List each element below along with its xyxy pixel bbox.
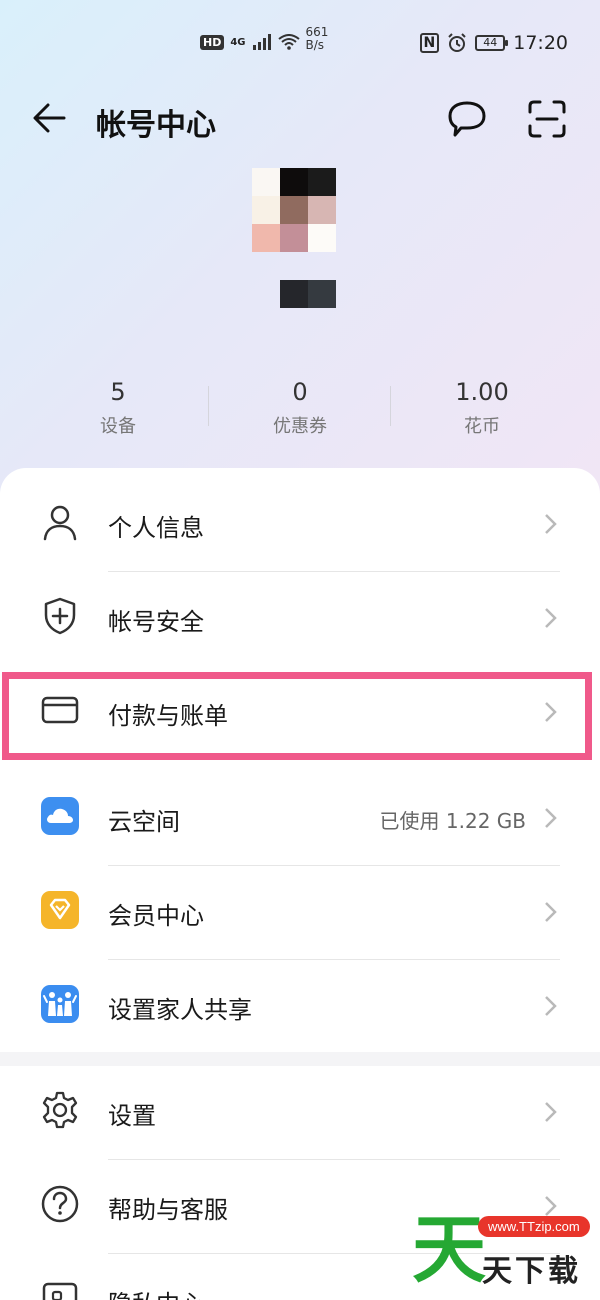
- alarm-icon: [448, 33, 466, 52]
- back-button[interactable]: [30, 98, 70, 138]
- chevron-right-icon: [545, 996, 557, 1016]
- cloud-usage-value: 已使用 1.22 GB: [379, 809, 526, 833]
- menu-item-membership[interactable]: 会员中心: [0, 866, 600, 960]
- stat-label: 花币: [464, 416, 500, 437]
- cloud-icon: [41, 797, 79, 835]
- menu-item-account-security[interactable]: 帐号安全: [0, 572, 600, 666]
- network-type: 4G: [230, 36, 246, 48]
- battery-icon: 44: [475, 35, 509, 51]
- stat-value: 5: [110, 378, 126, 406]
- family-icon: [41, 985, 79, 1023]
- stat-value: 1.00: [455, 378, 509, 406]
- scan-icon: [528, 100, 566, 138]
- chevron-right-icon: [545, 608, 557, 628]
- scan-button[interactable]: [524, 98, 570, 140]
- menu-item-settings[interactable]: 设置: [0, 1066, 600, 1160]
- diamond-icon: [41, 891, 79, 929]
- menu-item-personal-info[interactable]: 个人信息: [0, 478, 600, 572]
- username-redacted: [280, 280, 336, 308]
- wifi-icon: [277, 34, 300, 50]
- messages-button[interactable]: [444, 98, 490, 140]
- watermark-big-glyph: 天: [412, 1207, 486, 1293]
- stat-label: 设备: [100, 416, 136, 437]
- page-title: 帐号中心: [96, 108, 216, 143]
- hd-indicator: HD: [200, 34, 225, 50]
- arrow-left-icon: [33, 103, 66, 133]
- account-menu-card: 个人信息 帐号安全 付款与账单 云空间 已使用 1.22 GB 会员中心 设置家…: [0, 468, 600, 1052]
- menu-item-label: 设置家人共享: [108, 996, 252, 1024]
- nfc-icon: N: [419, 33, 440, 53]
- stat-devices[interactable]: 5 设备: [38, 376, 198, 438]
- status-bar: HD 4G 661 B/s N 44 17:20: [0, 26, 600, 62]
- chevron-right-icon: [545, 1102, 557, 1122]
- stat-value: 0: [292, 378, 308, 406]
- stat-coins[interactable]: 1.00 花币: [402, 376, 562, 438]
- person-icon: [43, 505, 77, 541]
- shield-icon: [44, 597, 76, 635]
- app-header: 帐号中心: [0, 90, 600, 146]
- menu-item-label: 个人信息: [108, 514, 204, 542]
- privacy-icon: [42, 1282, 78, 1300]
- menu-item-family-sharing[interactable]: 设置家人共享: [0, 960, 600, 1054]
- stat-divider: [390, 386, 391, 426]
- stat-label: 优惠券: [273, 416, 327, 437]
- chevron-right-icon: [545, 514, 557, 534]
- signal-icon: [252, 34, 271, 50]
- chat-bubble-icon: [448, 101, 486, 137]
- help-icon: [41, 1185, 79, 1223]
- menu-item-label: 云空间: [108, 808, 180, 836]
- watermark-logo: 天 www.TTzip.com 天下载: [412, 1206, 600, 1300]
- chevron-right-icon: [545, 808, 557, 828]
- account-stats: 5 设备 0 优惠券 1.00 花币: [0, 376, 600, 446]
- highlight-frame: [2, 672, 592, 760]
- watermark-text: 天下载: [482, 1254, 581, 1289]
- speed-unit: B/s: [305, 38, 325, 52]
- stat-divider: [208, 386, 209, 426]
- network-speed: 661 B/s: [306, 26, 329, 52]
- watermark-url: www.TTzip.com: [478, 1216, 590, 1237]
- menu-item-label: 隐私中心: [108, 1284, 204, 1300]
- menu-item-label: 帐号安全: [108, 608, 204, 636]
- menu-item-label: 会员中心: [108, 902, 204, 930]
- gear-icon: [42, 1091, 78, 1129]
- avatar[interactable]: [252, 168, 336, 252]
- chevron-right-icon: [545, 902, 557, 922]
- stat-coupons[interactable]: 0 优惠券: [220, 376, 380, 438]
- menu-item-label: 帮助与客服: [108, 1196, 228, 1224]
- menu-item-cloud-space[interactable]: 云空间 已使用 1.22 GB: [0, 772, 600, 866]
- menu-item-label: 设置: [108, 1102, 156, 1130]
- clock: 17:20: [513, 32, 568, 54]
